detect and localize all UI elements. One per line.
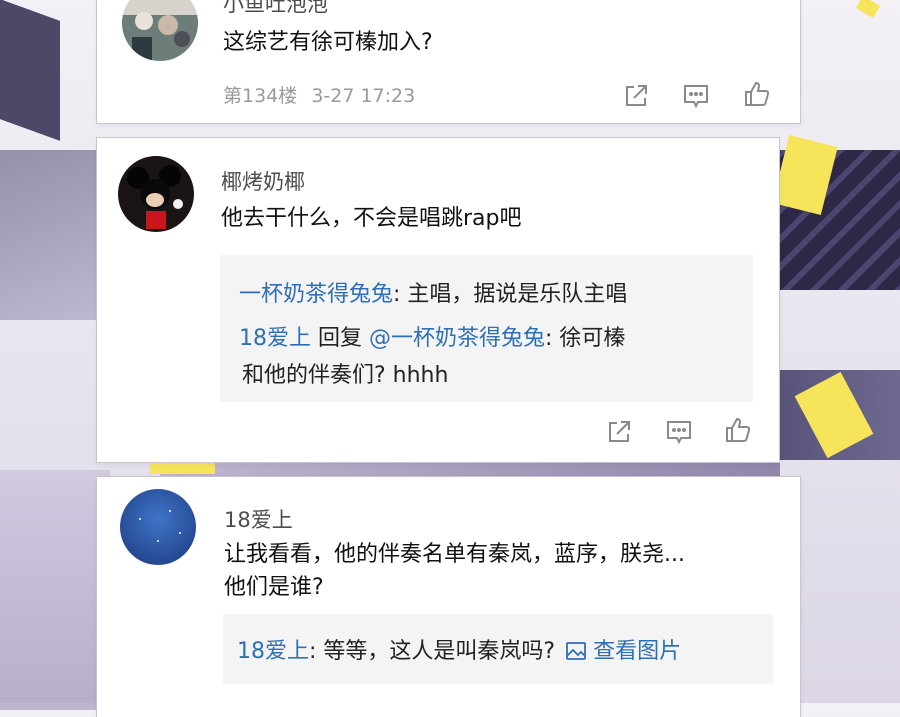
comment-card: 椰烤奶椰 他去干什么，不会是唱跳rap吧 一杯奶茶得兔兔: 主唱，据说是乐队主唱… — [97, 138, 779, 462]
reply-separator: : — [545, 326, 560, 351]
reply-text-continued: 和他的伴奏们? hhhh — [242, 363, 449, 388]
comment-card: 小鱼吐泡泡 这综艺有徐可榛加入? 第134楼 3-27 17:23 — [97, 0, 800, 123]
comment-username[interactable]: 小鱼吐泡泡 — [223, 0, 328, 18]
comment-meta: 第134楼 3-27 17:23 — [223, 81, 415, 108]
reply-item: 18爱上: 等等，这人是叫秦岚吗? 查看图片 — [237, 633, 681, 665]
reply-box: 一杯奶茶得兔兔: 主唱，据说是乐队主唱 18爱上 回复 @一杯奶茶得兔兔: 徐可… — [220, 255, 753, 402]
share-icon[interactable] — [604, 417, 634, 447]
reply-author-link[interactable]: 18爱上 — [237, 639, 309, 664]
view-image-label: 查看图片 — [593, 639, 682, 664]
reply-box: 18爱上: 等等，这人是叫秦岚吗? 查看图片 — [223, 614, 773, 684]
reply-word: 回复 — [311, 326, 369, 351]
comment-text-line-1: 让我看看，他的伴奏名单有秦岚，蓝序，朕尧... — [224, 542, 685, 567]
comment-text: 他去干什么，不会是唱跳rap吧 — [221, 206, 522, 231]
avatar[interactable] — [118, 156, 194, 232]
avatar[interactable] — [122, 0, 198, 61]
comment-card: 18爱上 让我看看，他的伴奏名单有秦岚，蓝序，朕尧... 他们是谁? 18爱上:… — [97, 477, 800, 717]
stage-truss-left — [0, 0, 60, 141]
stage-panel-left-bottom — [0, 470, 110, 710]
reply-author-link[interactable]: 18爱上 — [239, 326, 311, 351]
like-icon[interactable] — [723, 415, 753, 445]
avatar[interactable] — [120, 489, 196, 565]
comment-username[interactable]: 椰烤奶椰 — [221, 166, 305, 196]
comment-text-line-2: 他们是谁? — [224, 575, 324, 600]
like-icon[interactable] — [742, 79, 772, 109]
comment-time: 3-27 17:23 — [311, 85, 416, 107]
stage-truss-left-lower — [0, 150, 110, 320]
share-icon[interactable] — [621, 81, 651, 111]
reply-mention-link[interactable]: @一杯奶茶得兔兔 — [369, 326, 545, 351]
comment-text: 这综艺有徐可榛加入? — [223, 30, 433, 55]
confetti-yellow — [150, 462, 215, 474]
reply-text: 主唱，据说是乐队主唱 — [407, 282, 628, 307]
confetti-yellow — [855, 0, 881, 19]
reply-separator: : — [309, 639, 324, 664]
image-link-icon — [566, 642, 586, 660]
view-image-link[interactable]: 查看图片 — [566, 639, 681, 664]
reply-text: 徐可榛 — [559, 326, 626, 351]
reply-item: 18爱上 回复 @一杯奶茶得兔兔: 徐可榛 — [239, 320, 625, 352]
reply-author-link[interactable]: 一杯奶茶得兔兔 — [239, 282, 393, 307]
comment-username[interactable]: 18爱上 — [224, 504, 293, 534]
comment-icon[interactable] — [664, 417, 694, 447]
comment-icon[interactable] — [681, 81, 711, 111]
reply-separator: : — [393, 282, 408, 307]
reply-item: 一杯奶茶得兔兔: 主唱，据说是乐队主唱 — [239, 276, 627, 308]
floor-number: 第134楼 — [223, 85, 298, 107]
reply-text: 等等，这人是叫秦岚吗? — [323, 639, 556, 664]
